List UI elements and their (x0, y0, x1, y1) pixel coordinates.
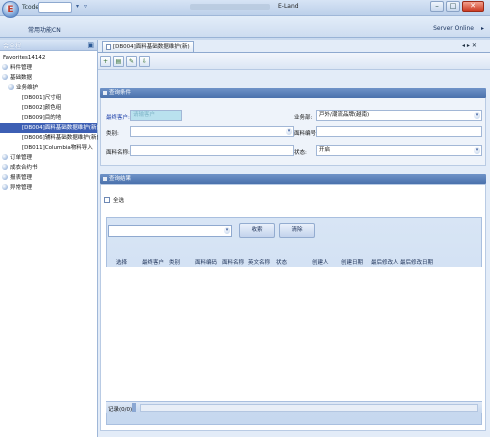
toolbar: + ▤ ✎ ⇩ (98, 53, 490, 70)
tree-item-reports[interactable]: 报表管理 (0, 173, 97, 183)
status-select[interactable]: 开启 ▾ (316, 145, 482, 156)
edit-icon[interactable]: ✎ (126, 56, 137, 67)
close-button[interactable]: ✕ (462, 1, 484, 12)
record-bar: 记录(0/0) (106, 401, 482, 413)
column-header[interactable]: 面料名称 (222, 258, 244, 266)
minimize-button[interactable]: – (430, 1, 444, 12)
expand-icon[interactable] (2, 74, 8, 80)
column-header[interactable]: 英文名称 (248, 258, 270, 266)
expand-icon[interactable] (2, 174, 8, 180)
tree-item-exceptions[interactable]: 异常管理 (0, 183, 97, 193)
server-status: Server Online (433, 25, 474, 32)
tree-item-db011[interactable]: [DB011]Columbia物料导入 (0, 143, 97, 153)
ribbon-tab-common[interactable]: 常用功能CN (28, 25, 61, 34)
record-count: 记录(0/0) (108, 407, 133, 413)
query-conditions-header: 查询条件 (100, 88, 486, 98)
client-label: 最终客户: (106, 115, 130, 121)
select-all[interactable]: 全选 (104, 196, 124, 204)
column-header[interactable]: 最后修改日期 (400, 258, 433, 266)
fabric-name-input[interactable] (130, 145, 294, 156)
tree-item-basic-data[interactable]: 基础数据 (0, 73, 97, 83)
chevron-down-icon[interactable]: ▾ (474, 112, 480, 119)
ribbon: 常用功能CN Server Online ▸ (0, 16, 490, 38)
horizontal-scrollbar[interactable] (140, 404, 478, 412)
column-header[interactable]: 类别 (169, 258, 180, 266)
search-button[interactable]: 收索 (239, 223, 275, 238)
chevron-right-icon[interactable]: ▸ (481, 25, 484, 32)
business-select[interactable]: 戸外/潮流品牌(越南) ▾ (316, 110, 482, 121)
chevron-down-icon[interactable]: ▾ (474, 147, 480, 154)
quick-access-icon[interactable]: ▿ (84, 3, 87, 10)
tree-item-db004[interactable]: [DB004]面料基础数据维护(新) (0, 123, 99, 133)
fabric-code-label: 面料编号: (294, 131, 318, 137)
app-menu-button[interactable]: E (2, 1, 19, 18)
document-tab[interactable]: [DB004]面料基础数据维护(新) (102, 41, 194, 52)
business-label: 业务部: (294, 115, 313, 121)
save-icon[interactable]: ▤ (113, 56, 124, 67)
page-icon (106, 44, 111, 50)
tree-item-db002[interactable]: [DB002]颜色组 (0, 103, 97, 113)
tree-item-orders[interactable]: 订单管理 (0, 153, 97, 163)
tree-item-favorites[interactable]: Favorites14142 (0, 53, 97, 63)
chevron-down-icon[interactable]: ▾ (286, 128, 292, 135)
nav-header-title: 会全程 (3, 42, 22, 50)
record-marker (132, 403, 136, 412)
select-all-label: 全选 (113, 198, 125, 204)
chevron-down-icon[interactable]: ▾ (224, 227, 230, 234)
query-results-header: 查询结果 (100, 174, 486, 184)
tree-item-contracts[interactable]: 成衣合约书 (0, 163, 97, 173)
column-header[interactable]: 面料编码 (195, 258, 217, 266)
results-rows (106, 267, 482, 401)
tree-item-db006[interactable]: [DB006]辅料基础数据维护(新) (0, 133, 99, 143)
column-header[interactable]: 创建人 (312, 258, 329, 266)
grid-search-combo[interactable]: ▾ (108, 225, 232, 237)
client-input[interactable]: 请输客户 (130, 110, 182, 121)
column-header[interactable]: 最终客户 (142, 258, 164, 266)
export-icon[interactable]: ⇩ (139, 56, 150, 67)
tree-item-materials[interactable]: 料件管理 (0, 63, 97, 73)
dropdown-icon[interactable]: ▾ (76, 3, 79, 10)
app-logo: E (7, 4, 14, 15)
tree-item-business-maintenance[interactable]: 业务维护 (0, 83, 97, 93)
expand-icon[interactable] (2, 164, 8, 170)
column-header[interactable]: 创建日期 (341, 258, 363, 266)
navigation-panel: 会全程 ▣ Favorites14142 料件管理 基础数据 业务维护 [DB0… (0, 40, 99, 437)
select-all-checkbox[interactable] (104, 197, 110, 203)
tcode-label: Tcode (22, 4, 40, 11)
new-icon[interactable]: + (100, 56, 111, 67)
column-header[interactable]: 状态 (276, 258, 287, 266)
tcode-input[interactable] (38, 2, 72, 13)
clear-button[interactable]: 清除 (279, 223, 315, 238)
window-title-blurred (190, 4, 270, 10)
nav-header: 会全程 ▣ (0, 40, 97, 51)
expand-icon[interactable] (2, 64, 8, 70)
document-tab-title: [DB004]面料基础数据维护(新) (113, 44, 190, 50)
category-select[interactable]: ▾ (130, 126, 294, 137)
fabric-name-label: 面料名称: (106, 150, 130, 156)
column-header[interactable]: 选择 (116, 258, 127, 266)
status-label: 状态: (294, 150, 307, 156)
expand-icon[interactable] (2, 184, 8, 190)
column-header[interactable]: 最后修改人 (371, 258, 399, 266)
maximize-button[interactable]: □ (446, 1, 460, 12)
fabric-code-input[interactable] (316, 126, 482, 137)
tab-nav-controls[interactable]: ◂ ▸ ✕ (462, 42, 477, 49)
category-label: 类别: (106, 131, 119, 137)
tree-item-db009[interactable]: [DB009]目的地 (0, 113, 97, 123)
pin-icon[interactable]: ▣ (87, 41, 94, 49)
tree-item-db001[interactable]: [DB001]尺寸组 (0, 93, 97, 103)
nav-tree: Favorites14142 料件管理 基础数据 业务维护 [DB001]尺寸组… (0, 51, 99, 193)
window-title: E-Land (278, 3, 299, 10)
expand-icon[interactable] (8, 84, 14, 90)
title-bar: Tcode ▾ ▿ E-Land – □ ✕ (0, 0, 490, 16)
main-content: [DB004]面料基础数据维护(新) ◂ ▸ ✕ + ▤ ✎ ⇩ 查询条件 最终… (98, 40, 490, 437)
expand-icon[interactable] (2, 154, 8, 160)
